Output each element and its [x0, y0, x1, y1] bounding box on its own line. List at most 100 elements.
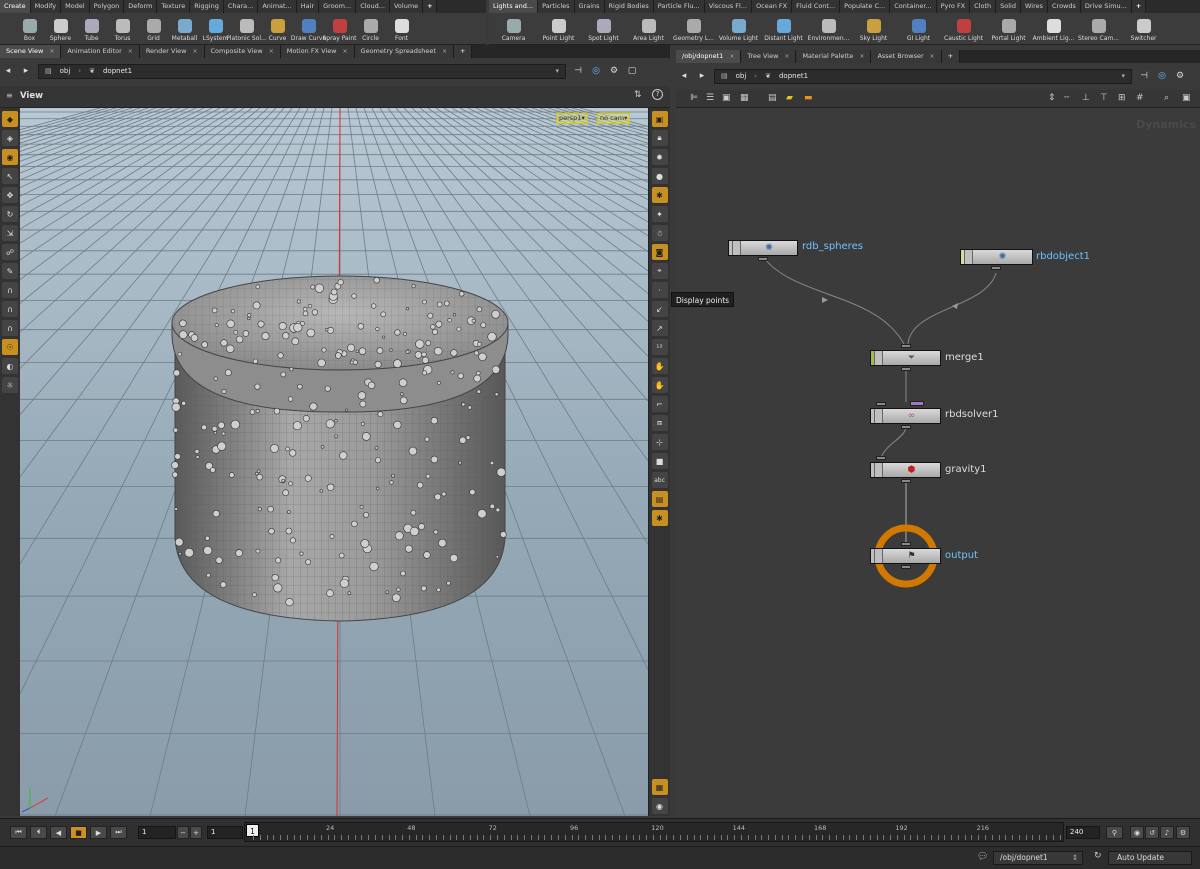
node-rdb-spheres[interactable]: ✺	[728, 240, 798, 256]
bounding-box-icon[interactable]: ⧈	[651, 415, 668, 431]
node-rbdsolver1[interactable]: ∞	[870, 408, 941, 424]
shelf-tab[interactable]: Fluid Cont...	[792, 0, 841, 13]
pane-tab[interactable]: Motion FX View ×	[280, 45, 355, 58]
search-icon[interactable]: ⌕	[1164, 93, 1169, 103]
close-icon[interactable]: ×	[784, 50, 789, 63]
background-image-icon[interactable]: ▤	[651, 491, 668, 507]
shelf-tab[interactable]: Grains	[574, 0, 605, 13]
shelf-tool-tube[interactable]: Tube	[76, 13, 107, 45]
pane-tab[interactable]: Scene View ×	[0, 45, 62, 58]
shelf-tool-curve[interactable]: Curve	[262, 13, 293, 45]
step-back-icon[interactable]: ⏴	[30, 826, 47, 839]
shelf-tool-spray-paint[interactable]: Spray Paint	[322, 13, 357, 45]
shelf-tab[interactable]: Pyro FX	[936, 0, 971, 13]
move-icon[interactable]: ✥	[2, 187, 18, 203]
pin-icon[interactable]: ⊣	[1138, 71, 1150, 81]
snapping-icon[interactable]: ⇅	[634, 90, 642, 100]
display-options-icon[interactable]: ⚙	[608, 66, 620, 76]
shelf-tab[interactable]: Populate C...	[840, 0, 891, 13]
layout-icon[interactable]: ⊤	[1100, 93, 1108, 103]
view-tool-icon[interactable]: ☉	[2, 339, 18, 355]
pane-tab[interactable]: /obj/dopnet1 ×	[676, 50, 742, 63]
image-icon[interactable]: ▣	[722, 93, 731, 103]
play-icon[interactable]: ▶	[90, 826, 107, 839]
shelf-tool-ambient-light[interactable]: Ambient Lig...	[1031, 13, 1076, 45]
shelf-tab[interactable]: Cloud...	[356, 0, 390, 13]
lightbulb-icon[interactable]: ✱	[651, 187, 668, 203]
align-icon[interactable]: ⇕	[1048, 93, 1056, 103]
shelf-tab[interactable]: Lights and...	[489, 0, 539, 13]
node-output[interactable]: ⚑	[870, 548, 941, 564]
view-menu-icon[interactable]: ≡	[6, 91, 13, 100]
link-icon[interactable]: ◎	[590, 66, 602, 76]
shelf-tool-stereo-camera[interactable]: Stereo Cam...	[1076, 13, 1121, 45]
pane-tab[interactable]: Render View ×	[139, 45, 205, 58]
refresh-icon[interactable]: ↻	[1094, 851, 1102, 861]
shelf-tool-spot-light[interactable]: Spot Light	[581, 13, 626, 45]
add-tab-button[interactable]: +	[1131, 0, 1146, 13]
select-mode-icon[interactable]: ◆	[2, 111, 18, 127]
grid-icon[interactable]: ▦	[740, 93, 749, 103]
hand-icon[interactable]: ✋	[651, 377, 668, 393]
camera-menu[interactable]: persp1▾	[556, 113, 588, 124]
shelf-tab[interactable]: Volume	[389, 0, 424, 13]
display-points-icon[interactable]: ·	[651, 282, 668, 298]
decrement-button[interactable]: −	[177, 826, 189, 839]
eye-icon[interactable]: ◉	[651, 798, 668, 814]
shelf-tool-environment-light[interactable]: Environmen...	[806, 13, 851, 45]
play-reverse-icon[interactable]: ◀	[50, 826, 67, 839]
pane-tab[interactable]: Material Palette ×	[796, 50, 872, 63]
pane-tab[interactable]: Geometry Spreadsheet ×	[354, 45, 454, 58]
close-icon[interactable]: ×	[859, 50, 864, 63]
current-frame-field[interactable]: 1	[138, 826, 176, 839]
shelf-tab[interactable]: Groom...	[319, 0, 357, 13]
shelf-tab[interactable]: Container...	[890, 0, 937, 13]
shelf-tab[interactable]: Texture	[157, 0, 191, 13]
left-path-field[interactable]: ▤ obj › ❦ dopnet1 ▾	[38, 63, 566, 79]
shelf-tab[interactable]: Wires	[1020, 0, 1048, 13]
close-icon[interactable]: ×	[49, 45, 54, 58]
forward-arrow-icon[interactable]: ▸	[20, 66, 32, 76]
expand-icon[interactable]: ▢	[626, 66, 638, 76]
shelf-tool-platonic[interactable]: Platonic Sol...	[226, 13, 267, 45]
chevron-down-icon[interactable]: ▾	[1121, 72, 1125, 80]
stop-icon[interactable]: ■	[70, 826, 87, 839]
hierarchy-icon[interactable]: ⊞	[1118, 93, 1126, 103]
shelf-tab[interactable]: Chara...	[223, 0, 259, 13]
dash-icon[interactable]: ╌	[1064, 93, 1069, 103]
tree-icon[interactable]: ⊫	[690, 93, 698, 103]
square-icon[interactable]: ■	[651, 453, 668, 469]
layout-icon[interactable]: ⊥	[1082, 93, 1090, 103]
shelf-tool-sky-light[interactable]: Sky Light	[851, 13, 896, 45]
lock-icon[interactable]: 🔒︎	[651, 130, 668, 146]
shelf-tool-distant-light[interactable]: Distant Light	[761, 13, 806, 45]
shelf-tool-geometry-light[interactable]: Geometry L...	[671, 13, 716, 45]
lightbulb-icon[interactable]: ✱	[651, 510, 668, 526]
shelf-tab[interactable]: Modify	[30, 0, 62, 13]
lightbulb-icon[interactable]: ✦	[651, 206, 668, 222]
shelf-tab[interactable]: Particle Flu...	[653, 0, 705, 13]
magnet-icon[interactable]: ∩	[2, 320, 18, 336]
shelf-tool-area-light[interactable]: Area Light	[626, 13, 671, 45]
increment-button[interactable]: +	[190, 826, 202, 839]
shelf-tab[interactable]: Drive Simu...	[1080, 0, 1132, 13]
jump-end-icon[interactable]: ⏭	[110, 826, 127, 839]
shelf-tab[interactable]: Cloth	[970, 0, 997, 13]
stack-icon[interactable]: ▤	[768, 93, 777, 103]
shelf-tab[interactable]: Animat...	[258, 0, 297, 13]
pin-icon[interactable]: ⊣	[572, 66, 584, 76]
audio-icon[interactable]: ♪	[1160, 826, 1174, 839]
list-icon[interactable]: ☰	[706, 93, 714, 103]
shelf-tool-circle[interactable]: Circle	[355, 13, 386, 45]
shelf-tab[interactable]: Rigid Bodies	[604, 0, 654, 13]
help-icon[interactable]: ?	[652, 89, 663, 100]
solver-input-tab[interactable]	[910, 401, 924, 406]
options-icon[interactable]: ⚙	[1176, 826, 1190, 839]
vectors-icon[interactable]: ↗	[651, 320, 668, 336]
shelf-tool-grid[interactable]: Grid	[138, 13, 169, 45]
ghost-icon[interactable]: ◙	[651, 244, 668, 260]
magnet-icon[interactable]: ∩	[2, 301, 18, 317]
shelf-tab[interactable]: Viscous Fl...	[704, 0, 753, 13]
close-icon[interactable]: ×	[128, 45, 133, 58]
layout-icon[interactable]: ▦	[651, 779, 668, 795]
